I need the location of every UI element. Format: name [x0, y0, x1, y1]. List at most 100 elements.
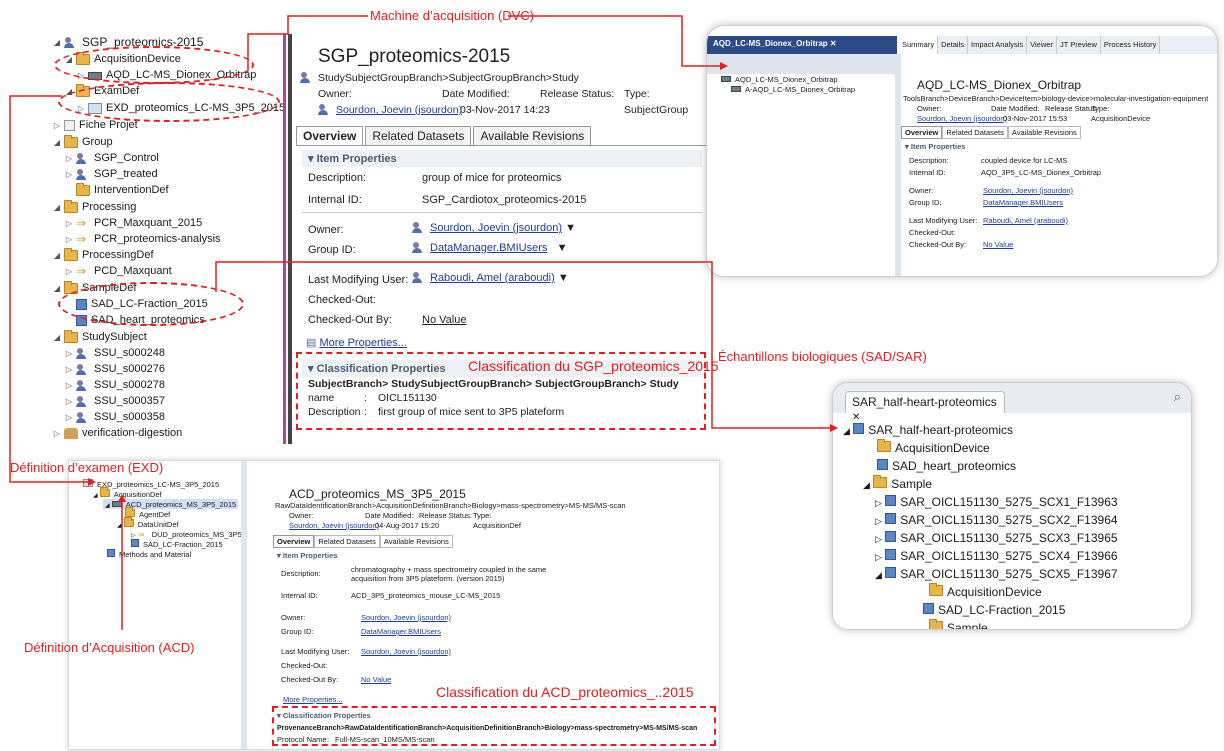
tree-item-ssu[interactable]: ▷ SSU_s000276	[64, 361, 165, 377]
tree-item-processingdef[interactable]: ◢ ProcessingDef	[52, 247, 154, 263]
tree-item-verification[interactable]: ▷ verification-digestion	[52, 425, 182, 441]
item-properties-header[interactable]: ▾ Item Properties	[277, 551, 337, 560]
tree-item[interactable]: AcquisitionDevice	[877, 439, 990, 455]
tree-item[interactable]: ◢ Sample	[863, 475, 932, 491]
tree-item[interactable]: ▷ SAR_OICL151130_5275_SCX4_F13966	[875, 549, 1118, 563]
search-icon[interactable]: ⌕	[1174, 389, 1181, 405]
expand-arrow-icon[interactable]: ▷	[52, 429, 62, 438]
tree-item-aqd[interactable]: AQD_LC-MS_Dionex_Orbitrap	[721, 74, 838, 84]
tab-overview[interactable]: Overview	[901, 126, 943, 139]
dropdown-icon[interactable]: ▼	[565, 222, 576, 234]
expand-arrow-icon[interactable]: ▷	[64, 219, 74, 228]
tree-item[interactable]: ▷ SAR_OICL151130_5275_SCX3_F13965	[875, 531, 1118, 545]
tab-related-datasets[interactable]: Related Datasets	[365, 126, 472, 145]
tree-item[interactable]: SAD_heart_proteomics	[877, 459, 1016, 473]
tree-item[interactable]: Methods and Material	[107, 549, 191, 559]
tab-details[interactable]: Details	[938, 36, 969, 54]
tree-item[interactable]: Sample	[929, 619, 988, 629]
splitter[interactable]	[241, 461, 247, 749]
collapse-arrow-icon[interactable]: ◢	[52, 203, 62, 212]
expand-arrow-icon[interactable]: ▷	[64, 170, 74, 179]
group-link[interactable]: DataManager.BMIUsers	[983, 198, 1063, 207]
collapse-arrow-icon[interactable]: ◢	[52, 251, 62, 260]
owner-link[interactable]: Sourdon, Joevin (jsourdon)	[336, 104, 462, 116]
tree-item-pcr-maxquant[interactable]: ▷ ⇒ PCR_Maxquant_2015	[64, 215, 202, 231]
expand-arrow-icon[interactable]: ▷	[875, 516, 882, 526]
tab-summary[interactable]: Summary	[899, 36, 939, 54]
sar-tab[interactable]: SAR_half-heart-proteomics ✕	[845, 391, 1005, 423]
collapse-arrow-icon[interactable]: ◢	[93, 493, 98, 499]
tree-item-a-aqd[interactable]: A-AQD_LC-MS_Dionex_Orbitrap	[731, 84, 855, 94]
owner-link[interactable]: Sourdon, Joevin (jsourdon)	[289, 521, 379, 530]
collapse-arrow-icon[interactable]: ◢	[52, 284, 62, 293]
owner-value[interactable]: Sourdon, Joevin (jsourdon)	[318, 104, 462, 116]
lmu-link[interactable]: Raboudi, Amel (araboudi)	[430, 272, 555, 284]
dropdown-icon[interactable]: ▼	[558, 272, 569, 284]
tab-available-revisions[interactable]: Available Revisions	[379, 535, 453, 548]
more-properties-link[interactable]: ▤ More Properties...	[306, 336, 407, 349]
tab-related-datasets[interactable]: Related Datasets	[942, 126, 1008, 139]
tree-item-selected[interactable]: ◢ ACD_proteomics_MS_3P5_2015	[103, 499, 239, 509]
tree-item[interactable]: AgentDef	[125, 507, 170, 519]
owner-link[interactable]: Sourdon, Joevin (jsourdon)	[430, 222, 562, 234]
tree-item-studysubject[interactable]: ◢ StudySubject	[52, 329, 147, 345]
expand-arrow-icon[interactable]: ▷	[875, 498, 882, 508]
close-icon[interactable]: ✕	[852, 412, 860, 423]
collapse-arrow-icon[interactable]: ◢	[52, 138, 62, 147]
tree-item-group[interactable]: ◢ Group	[52, 134, 113, 150]
tree-item-sgp-control[interactable]: ▷ SGP_Control	[64, 150, 159, 166]
expand-arrow-icon[interactable]: ▷	[64, 381, 74, 390]
dropdown-icon[interactable]: ▼	[557, 242, 568, 254]
collapse-arrow-icon[interactable]: ◢	[52, 38, 62, 47]
tree-item-ssu[interactable]: ▷ SSU_s000278	[64, 377, 165, 393]
item-properties-header[interactable]: ▾ Item Properties	[302, 150, 702, 167]
tab-impact-analysis[interactable]: Impact Analysis	[968, 36, 1028, 54]
tree-item[interactable]: SAD_LC-Fraction_2015	[131, 539, 223, 549]
tree-item[interactable]: ◢ SAR_OICL151130_5275_SCX5_F13967	[875, 567, 1118, 581]
tab-related-datasets[interactable]: Related Datasets	[314, 535, 380, 548]
tree-item-ssu[interactable]: ▷ SSU_s000358	[64, 409, 165, 425]
item-properties-header[interactable]: ▾ Item Properties	[905, 142, 965, 151]
collapse-arrow-icon[interactable]: ◢	[105, 503, 110, 509]
tab-viewer[interactable]: Viewer	[1027, 36, 1057, 54]
expand-arrow-icon[interactable]: ▷	[64, 413, 74, 422]
tab-jt-preview[interactable]: JT Preview	[1057, 36, 1101, 54]
expand-arrow-icon[interactable]: ▷	[64, 235, 74, 244]
collapse-arrow-icon[interactable]: ◢	[863, 480, 870, 490]
tree-item-interventiondef[interactable]: InterventionDef	[64, 182, 169, 198]
expand-arrow-icon[interactable]: ▷	[64, 154, 74, 163]
owner-link[interactable]: Sourdon, Joevin (jsourdon)	[983, 186, 1073, 195]
collapse-arrow-icon[interactable]: ◢	[875, 570, 882, 580]
group-link[interactable]: DataManager.BMIUsers	[430, 242, 547, 254]
owner-link[interactable]: Sourdon, Joevin (jsourdon)	[917, 114, 1007, 123]
expand-arrow-icon[interactable]: ▷	[64, 397, 74, 406]
more-properties-text[interactable]: More Properties...	[319, 337, 406, 349]
expand-arrow-icon[interactable]: ▷	[64, 267, 74, 276]
tab-available-revisions[interactable]: Available Revisions	[473, 126, 592, 145]
lmu-link[interactable]: Sourdon, Joevin (jsourdon)	[361, 647, 451, 656]
tree-item-ssu[interactable]: ▷ SSU_s000357	[64, 393, 165, 409]
tab-overview[interactable]: Overview	[296, 126, 364, 145]
expand-arrow-icon[interactable]: ▷	[875, 534, 882, 544]
expand-arrow-icon[interactable]: ▷	[875, 552, 882, 562]
checked-out-by-value[interactable]: No Value	[422, 314, 466, 326]
lmu-link[interactable]: Raboudi, Amel (araboudi)	[983, 216, 1068, 225]
tree-item[interactable]: ◢ AcquisitionDef	[93, 487, 162, 499]
tree-item-ssu[interactable]: ▷ SSU_s000248	[64, 345, 165, 361]
tree-item-pcd[interactable]: ▷ ⇒ PCD_Maxquant	[64, 263, 172, 279]
group-link[interactable]: DataManager.BMIUsers	[361, 627, 441, 636]
tree-item[interactable]: ◢ DataUnitDef	[117, 517, 179, 529]
collapse-arrow-icon[interactable]: ◢	[117, 523, 122, 529]
checked-out-by-value[interactable]: No Value	[361, 675, 391, 684]
checked-out-by-value[interactable]: No Value	[983, 240, 1013, 249]
tree-item[interactable]: ▷ SAR_OICL151130_5275_SCX1_F13963	[875, 495, 1118, 509]
tab-overview[interactable]: Overview	[273, 535, 315, 548]
more-properties-link[interactable]: More Properties...	[283, 695, 343, 704]
tree-item[interactable]: ◢ SAR_half-heart-proteomics	[843, 423, 1013, 437]
tab-process-history[interactable]: Process History	[1101, 36, 1161, 54]
expand-arrow-icon[interactable]: ▷	[64, 365, 74, 374]
lmu-prop-value[interactable]: Raboudi, Amel (araboudi) ▼	[412, 272, 569, 284]
tree-item[interactable]: ▷ SAR_OICL151130_5275_SCX2_F13964	[875, 513, 1118, 527]
expand-arrow-icon[interactable]: ▷	[64, 349, 74, 358]
tab-available-revisions[interactable]: Available Revisions	[1007, 126, 1081, 139]
